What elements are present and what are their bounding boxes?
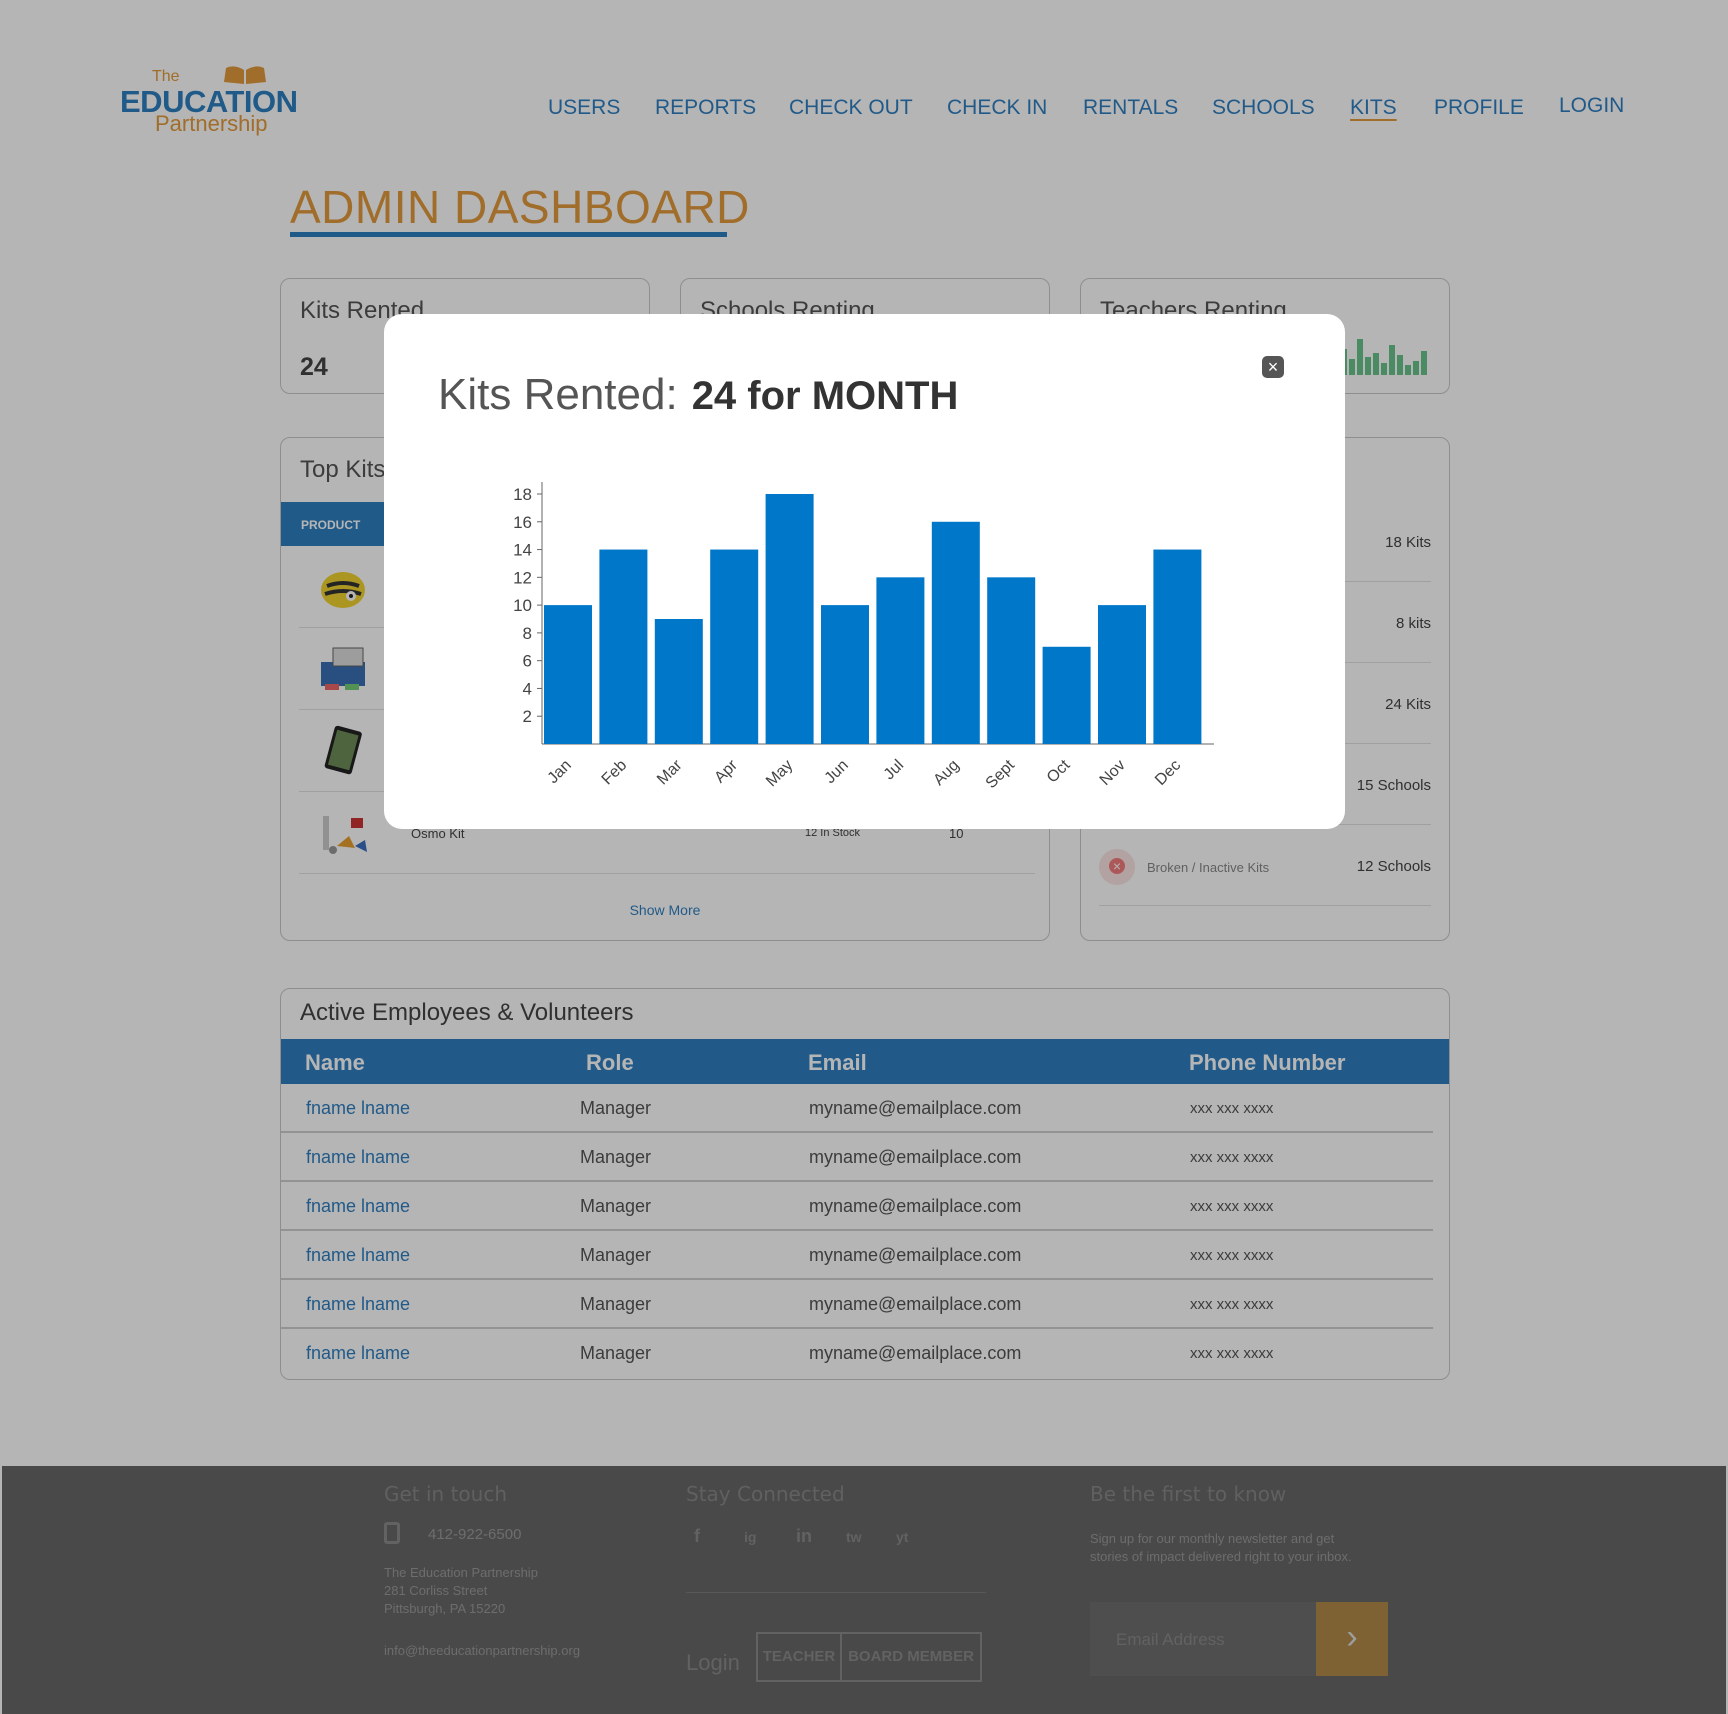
bar-nov [1098,605,1146,744]
x-tick-label: Sept [983,756,1019,792]
y-tick-label: 6 [523,652,532,671]
x-tick-label: May [763,757,796,790]
kits-rented-bar-chart: 2 4 6 8 10 12 14 16 18 Jan Feb Mar Apr May Jun Jul Aug Se… [513,482,1214,792]
bar-may [765,494,814,744]
x-tick-label: Jun [822,757,852,787]
bar-mar [654,619,703,744]
y-tick-label: 10 [513,596,532,615]
bar-sept [987,577,1036,744]
y-tick-label: 2 [523,707,532,726]
kits-rented-modal: Kits Rented: 24 for MONTH × 2 4 6 8 10 12 14 16 1… [384,314,1345,829]
x-tick-label: Dec [1152,757,1184,789]
x-tick-label: Jan [545,757,575,787]
y-tick-label: 18 [513,485,532,504]
bar-jul [876,577,925,744]
bar-apr [710,549,759,744]
y-tick-label: 8 [523,624,532,643]
bar-jun [821,605,869,744]
y-tick-label: 4 [523,679,532,698]
x-tick-label: Jul [881,757,907,783]
y-tick-label: 14 [513,541,532,560]
bar-aug [931,521,980,744]
bar-feb [599,549,648,744]
bar-dec [1153,549,1202,744]
x-tick-label: Nov [1097,757,1129,789]
x-tick-label: Apr [711,756,741,786]
bar-jan [544,605,592,744]
x-tick-label: Oct [1044,756,1074,786]
y-tick-label: 12 [513,568,532,587]
x-tick-label: Feb [599,757,631,789]
bar-oct [1042,646,1091,744]
x-tick-label: Mar [654,756,686,788]
y-tick-label: 16 [513,513,532,532]
x-tick-label: Aug [930,757,962,789]
modal-backdrop[interactable] [0,0,1728,1714]
